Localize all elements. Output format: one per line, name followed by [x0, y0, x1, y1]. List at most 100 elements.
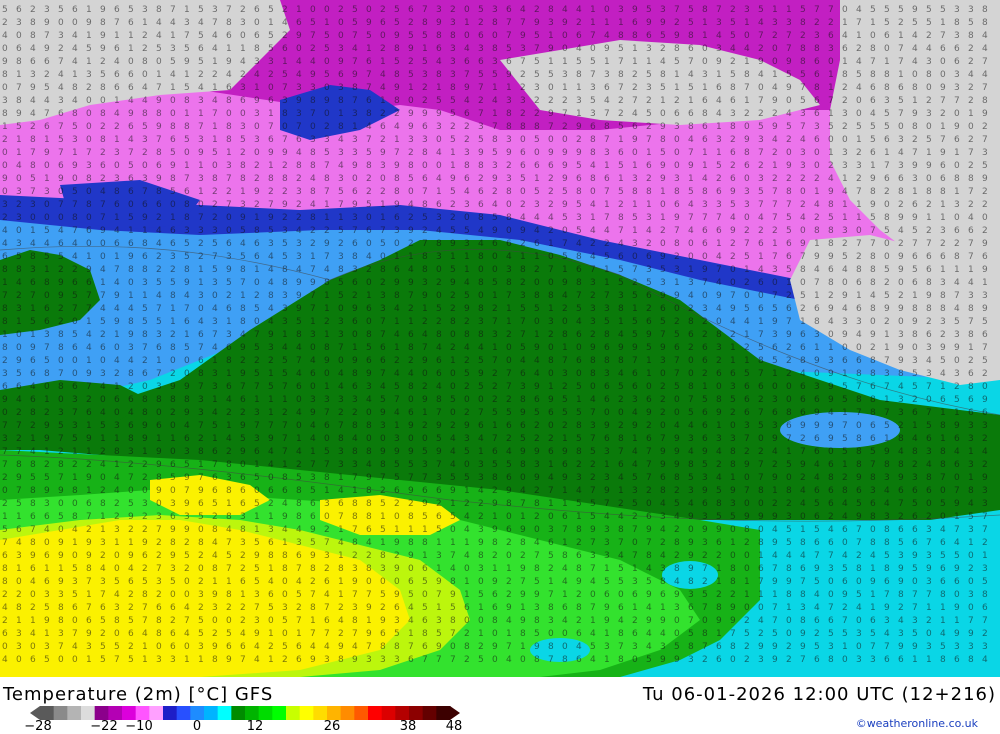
grid-value-glyph: 3	[660, 564, 666, 574]
grid-value-glyph: 7	[128, 473, 134, 483]
grid-value-glyph: 0	[632, 252, 638, 262]
grid-value-glyph: 9	[548, 44, 554, 54]
grid-value-glyph: 1	[226, 369, 232, 379]
grid-value-glyph: 0	[198, 525, 204, 535]
grid-value-glyph: 8	[870, 304, 876, 314]
grid-value-glyph: 2	[772, 31, 778, 41]
grid-value-glyph: 4	[30, 382, 36, 392]
grid-value-glyph: 5	[254, 369, 260, 379]
grid-value-glyph: 9	[352, 577, 358, 587]
grid-value-glyph: 3	[898, 135, 904, 145]
grid-value-glyph: 8	[940, 304, 946, 314]
grid-value-glyph: 3	[44, 642, 50, 652]
grid-value-glyph: 1	[632, 603, 638, 613]
grid-value-glyph: 8	[870, 265, 876, 275]
grid-value-glyph: 0	[464, 564, 470, 574]
grid-value-glyph: 4	[828, 408, 834, 418]
grid-value-glyph: 8	[576, 278, 582, 288]
grid-value-glyph: 2	[212, 213, 218, 223]
grid-value-glyph: 7	[646, 135, 652, 145]
grid-value-glyph: 8	[226, 122, 232, 132]
grid-value-glyph: 2	[128, 642, 134, 652]
grid-value-glyph: 0	[44, 200, 50, 210]
grid-value-glyph: 8	[156, 109, 162, 119]
grid-value-glyph: 8	[170, 395, 176, 405]
grid-value-glyph: 4	[212, 538, 218, 548]
grid-value-glyph: 1	[604, 564, 610, 574]
grid-value-glyph: 2	[422, 83, 428, 93]
grid-value-glyph: 2	[744, 616, 750, 626]
grid-value-glyph: 8	[352, 252, 358, 262]
grid-value-glyph: 1	[912, 421, 918, 431]
grid-value-glyph: 6	[30, 356, 36, 366]
grid-value-glyph: 9	[366, 473, 372, 483]
grid-value-glyph: 3	[156, 512, 162, 522]
grid-value-glyph: 1	[2, 512, 8, 522]
grid-value-glyph: 3	[856, 629, 862, 639]
grid-value-glyph: 0	[2, 408, 8, 418]
grid-value-glyph: 2	[702, 655, 708, 665]
grid-value-glyph: 7	[226, 174, 232, 184]
grid-value-glyph: 6	[58, 239, 64, 249]
grid-value-glyph: 2	[198, 70, 204, 80]
grid-value-glyph: 2	[688, 304, 694, 314]
grid-value-glyph: 5	[16, 369, 22, 379]
grid-value-glyph: 4	[856, 330, 862, 340]
grid-value-glyph: 6	[100, 603, 106, 613]
grid-value-glyph: 6	[254, 447, 260, 457]
grid-value-glyph: 7	[58, 434, 64, 444]
grid-value-glyph: 8	[618, 70, 624, 80]
grid-value-glyph: 5	[884, 291, 890, 301]
legend-color-swatch	[422, 706, 437, 720]
grid-value-glyph: 6	[226, 31, 232, 41]
grid-value-glyph: 3	[492, 5, 498, 15]
grid-value-glyph: 7	[282, 135, 288, 145]
grid-value-glyph: 5	[982, 356, 988, 366]
copyright-link[interactable]: ©weatheronline.co.uk	[856, 717, 978, 730]
grid-value-glyph: 8	[758, 356, 764, 366]
grid-value-glyph: 6	[212, 486, 218, 496]
grid-value-glyph: 3	[58, 96, 64, 106]
grid-value-glyph: 6	[226, 304, 232, 314]
grid-value-glyph: 2	[198, 252, 204, 262]
grid-value-glyph: 7	[562, 109, 568, 119]
grid-value-glyph: 5	[534, 57, 540, 67]
grid-value-glyph: 2	[884, 187, 890, 197]
grid-value-glyph: 9	[898, 577, 904, 587]
grid-value-glyph: 4	[940, 369, 946, 379]
grid-value-glyph: 5	[450, 473, 456, 483]
grid-value-glyph: 0	[786, 148, 792, 158]
grid-value-glyph: 7	[646, 538, 652, 548]
grid-value-glyph: 0	[100, 356, 106, 366]
grid-value-glyph: 8	[450, 616, 456, 626]
grid-value-glyph: 5	[380, 239, 386, 249]
grid-value-glyph: 9	[954, 603, 960, 613]
grid-value-glyph: 1	[772, 239, 778, 249]
grid-value-glyph: 1	[492, 421, 498, 431]
grid-value-glyph: 9	[800, 629, 806, 639]
grid-value-glyph: 3	[660, 5, 666, 15]
grid-value-glyph: 2	[618, 109, 624, 119]
grid-value-glyph: 5	[520, 343, 526, 353]
grid-value-glyph: 7	[422, 473, 428, 483]
grid-value-glyph: 6	[408, 655, 414, 665]
grid-value-glyph: 6	[352, 317, 358, 327]
grid-value-glyph: 7	[16, 447, 22, 457]
grid-value-glyph: 8	[310, 564, 316, 574]
grid-value-glyph: 2	[408, 499, 414, 509]
grid-value-glyph: 7	[184, 486, 190, 496]
grid-value-glyph: 6	[814, 70, 820, 80]
grid-value-glyph: 9	[492, 525, 498, 535]
grid-value-glyph: 9	[520, 226, 526, 236]
grid-value-glyph: 7	[100, 291, 106, 301]
grid-value-glyph: 5	[884, 5, 890, 15]
grid-value-glyph: 1	[268, 408, 274, 418]
grid-value-glyph: 9	[534, 18, 540, 28]
grid-value-glyph: 1	[660, 96, 666, 106]
grid-value-glyph: 4	[282, 18, 288, 28]
grid-value-glyph: 8	[716, 499, 722, 509]
grid-value-glyph: 0	[744, 31, 750, 41]
grid-value-glyph: 4	[254, 642, 260, 652]
grid-value-glyph: 6	[562, 512, 568, 522]
grid-value-glyph: 6	[422, 486, 428, 496]
